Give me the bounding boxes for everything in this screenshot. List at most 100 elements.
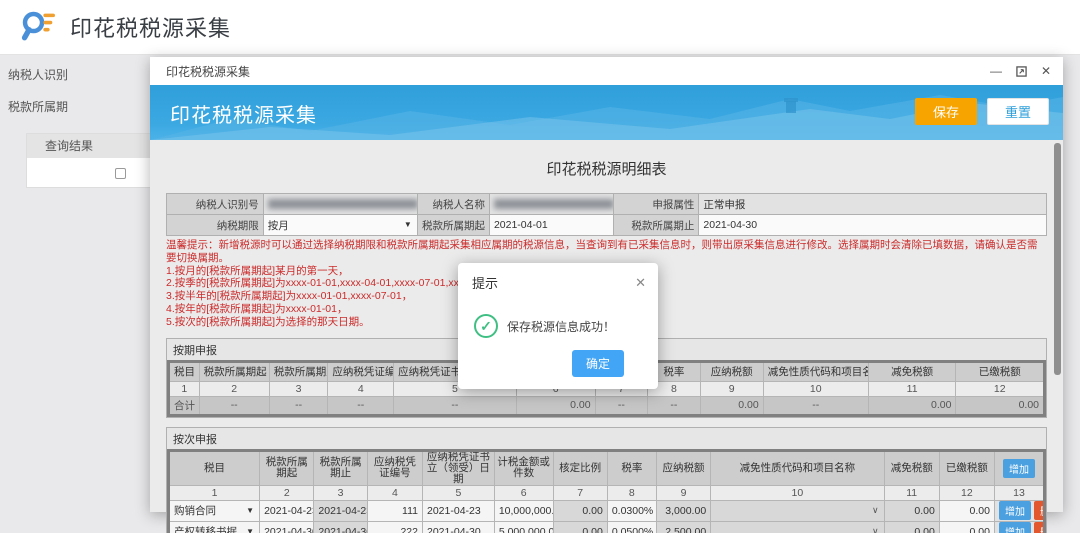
period-start-cell[interactable]: 2021-04-30 bbox=[260, 521, 314, 533]
pertime-declaration-section: 按次申报 税目 税款所属期起 税款所属期止 应纳税凭证编号 应纳税凭证书立（领受… bbox=[166, 427, 1047, 533]
minimize-icon[interactable]: — bbox=[990, 64, 1002, 78]
save-button[interactable]: 保存 bbox=[915, 98, 977, 125]
add-row-button[interactable]: 增加 bbox=[999, 522, 1031, 533]
page-title: 印花税税源采集 bbox=[70, 11, 231, 43]
col-number: 3 bbox=[269, 381, 328, 396]
col-header: 税款所属期止 bbox=[314, 450, 367, 485]
col-number: 10 bbox=[711, 485, 884, 500]
relief-select[interactable]: ∨ bbox=[711, 500, 884, 521]
col-header: 减免性质代码和项目名称 bbox=[711, 450, 884, 485]
modal-titlebar: 印花税税源采集 — ✕ bbox=[150, 57, 1063, 85]
success-check-icon: ✓ bbox=[474, 314, 498, 338]
col-number: 12 bbox=[939, 485, 994, 500]
add-column-header: 增加 bbox=[994, 450, 1044, 485]
ratio-cell: 0.00 bbox=[553, 500, 607, 521]
total-cell: -- bbox=[763, 396, 868, 415]
col-header: 税目 bbox=[169, 361, 200, 381]
total-cell: -- bbox=[595, 396, 648, 415]
period-end-label: 税款所属期止 bbox=[614, 215, 699, 236]
bg-label-tax-period: 税款所属期 bbox=[8, 98, 148, 115]
amount-cell[interactable]: 10,000,000.00 bbox=[494, 500, 553, 521]
col-number: 1 bbox=[169, 485, 260, 500]
paid-amount-cell[interactable]: 0.00 bbox=[939, 500, 994, 521]
col-header: 税款所属期起 bbox=[260, 450, 314, 485]
voucher-date-cell[interactable]: 2021-04-23 bbox=[423, 500, 495, 521]
paid-amount-cell[interactable]: 0.00 bbox=[939, 521, 994, 533]
col-header: 已缴税额 bbox=[939, 450, 994, 485]
row-actions: 增加删除 bbox=[994, 521, 1044, 533]
col-number: 4 bbox=[367, 485, 422, 500]
rate-cell: 0.0300% bbox=[607, 500, 656, 521]
tax-item-select[interactable]: 产权转移书据 ▼ bbox=[169, 521, 260, 533]
sheet-title: 印花税税源明细表 bbox=[166, 158, 1047, 179]
declare-attr-label: 申报属性 bbox=[614, 194, 699, 215]
col-header: 税率 bbox=[607, 450, 656, 485]
rate-cell: 0.0500% bbox=[607, 521, 656, 533]
period-end-input[interactable]: 2021-04-30 bbox=[699, 215, 1047, 236]
add-row-button[interactable]: 增加 bbox=[999, 501, 1031, 520]
modal-scrollbar[interactable] bbox=[1054, 143, 1061, 533]
period-end-cell: 2021-04-30 bbox=[314, 521, 367, 533]
pertime-section-label: 按次申报 bbox=[167, 428, 1046, 449]
chevron-down-icon: ▼ bbox=[246, 506, 254, 515]
dialog-footer: 确定 bbox=[458, 344, 658, 389]
voucher-no-cell[interactable]: 222 bbox=[367, 521, 422, 533]
app-header: 印花税税源采集 bbox=[0, 0, 1080, 55]
period-start-cell[interactable]: 2021-04-23 bbox=[260, 500, 314, 521]
row-checkbox[interactable] bbox=[115, 168, 126, 179]
period-start-input[interactable]: 2021-04-01 bbox=[489, 215, 613, 236]
modal-title: 印花税税源采集 bbox=[166, 63, 976, 80]
dialog-title: 提示 bbox=[472, 273, 635, 292]
close-icon[interactable]: ✕ bbox=[635, 275, 646, 291]
tax-amount-cell: 3,000.00 bbox=[656, 500, 710, 521]
col-number: 3 bbox=[314, 485, 367, 500]
reset-button[interactable]: 重置 bbox=[987, 98, 1049, 125]
col-header: 应纳税凭证书立（领受）日期 bbox=[423, 450, 495, 485]
dialog-body: ✓ 保存税源信息成功！ bbox=[458, 300, 658, 344]
redacted-taxpayer-name bbox=[494, 199, 614, 209]
tax-term-select[interactable]: 按月 ▼ bbox=[263, 215, 417, 236]
total-cell: -- bbox=[648, 396, 701, 415]
total-cell: 0.00 bbox=[956, 396, 1045, 415]
col-number: 2 bbox=[260, 485, 314, 500]
chevron-down-icon: ▼ bbox=[404, 220, 412, 229]
delete-row-button[interactable]: 删除 bbox=[1034, 501, 1045, 520]
col-number: 8 bbox=[607, 485, 656, 500]
total-cell: 0.00 bbox=[516, 396, 595, 415]
dialog-header: 提示 ✕ bbox=[458, 263, 658, 300]
col-header: 核定比例 bbox=[553, 450, 607, 485]
bg-label-taxpayer-id: 纳税人识别 bbox=[8, 66, 148, 83]
col-number: 7 bbox=[553, 485, 607, 500]
col-number: 9 bbox=[656, 485, 710, 500]
amount-cell[interactable]: 5,000,000.00 bbox=[494, 521, 553, 533]
col-header: 税款所属期止 bbox=[269, 361, 328, 381]
col-number: 12 bbox=[956, 381, 1045, 396]
tax-item-select[interactable]: 购销合同 ▼ bbox=[169, 500, 260, 521]
relief-amount-cell: 0.00 bbox=[884, 521, 939, 533]
col-number: 2 bbox=[199, 381, 269, 396]
row-actions: 增加删除 bbox=[994, 500, 1044, 521]
voucher-date-cell[interactable]: 2021-04-30 bbox=[423, 521, 495, 533]
total-cell: -- bbox=[394, 396, 517, 415]
relief-select[interactable]: ∨ bbox=[711, 521, 884, 533]
taxpayer-id-value bbox=[263, 194, 417, 215]
col-header: 应纳税额 bbox=[700, 361, 763, 381]
search-list-logo-icon bbox=[20, 10, 56, 44]
restore-icon[interactable] bbox=[1016, 66, 1027, 77]
close-icon[interactable]: ✕ bbox=[1041, 64, 1051, 78]
total-cell: 0.00 bbox=[868, 396, 956, 415]
add-row-button[interactable]: 增加 bbox=[1003, 459, 1035, 478]
taxpayer-name-value bbox=[489, 194, 613, 215]
relief-amount-cell: 0.00 bbox=[884, 500, 939, 521]
chevron-down-icon: ▼ bbox=[246, 527, 254, 533]
voucher-no-cell[interactable]: 111 bbox=[367, 500, 422, 521]
modal-banner: 印花税税源采集 保存 重置 bbox=[150, 85, 1063, 140]
ok-button[interactable]: 确定 bbox=[572, 350, 624, 377]
declare-attr-value: 正常申报 bbox=[699, 194, 1047, 215]
total-cell: -- bbox=[328, 396, 394, 415]
col-number: 11 bbox=[884, 485, 939, 500]
pertime-table: 税目 税款所属期起 税款所属期止 应纳税凭证编号 应纳税凭证书立（领受）日期 计… bbox=[167, 449, 1046, 533]
col-header: 应纳税凭证编号 bbox=[367, 450, 422, 485]
scrollbar-thumb[interactable] bbox=[1054, 143, 1061, 375]
delete-row-button[interactable]: 删除 bbox=[1034, 522, 1045, 533]
